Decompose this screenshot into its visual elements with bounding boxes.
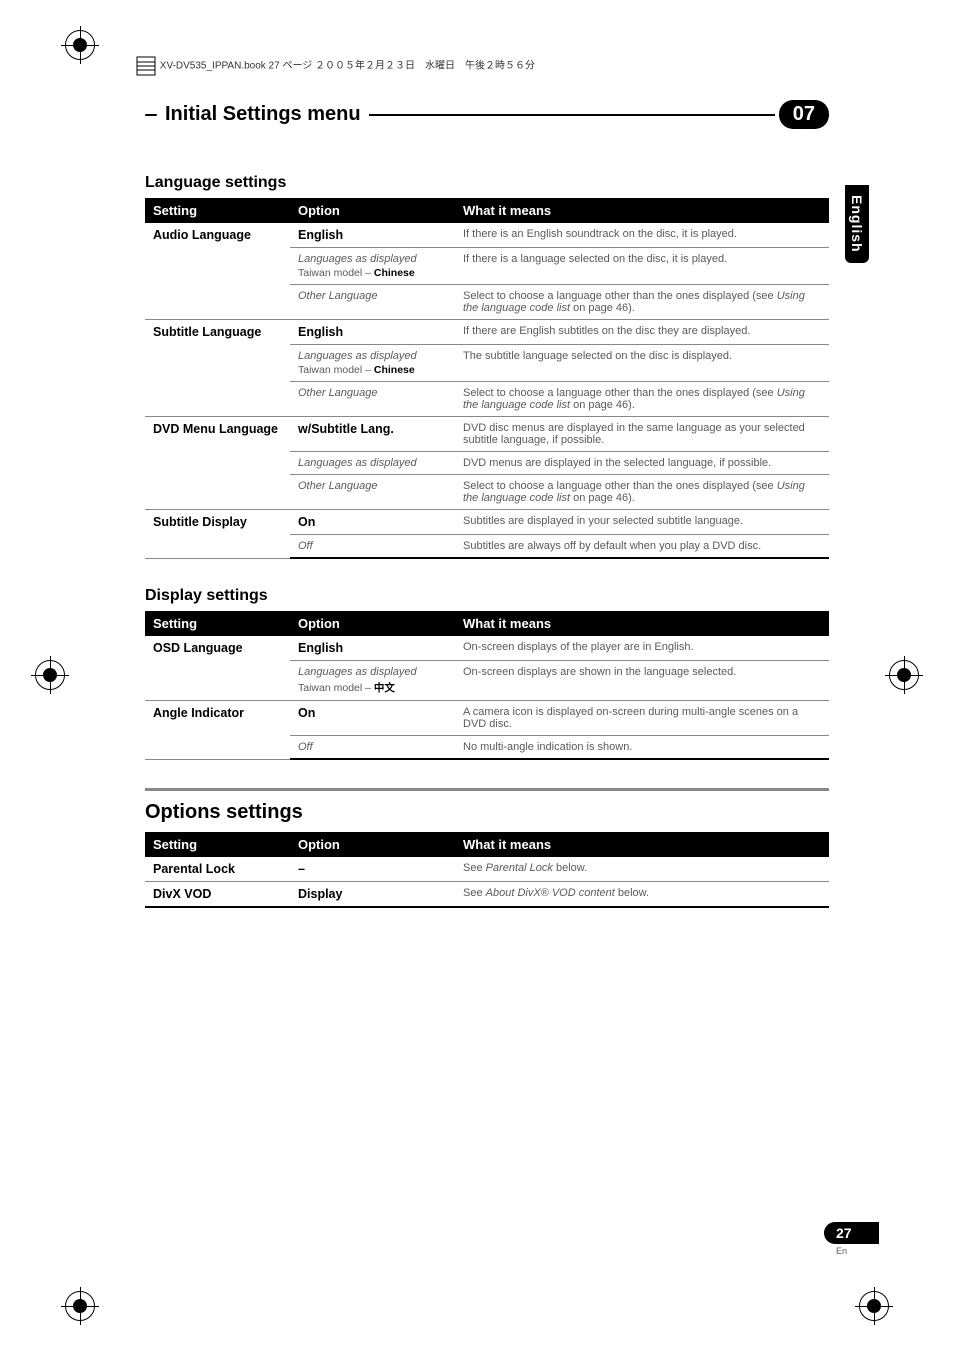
registration-mark (65, 1291, 95, 1321)
col-option: Option (290, 611, 455, 636)
cell-option: English (290, 223, 455, 248)
table-row: Parental Lock–See Parental Lock below. (145, 857, 829, 882)
table-row: Subtitle DisplayOnSubtitles are displaye… (145, 510, 829, 535)
cell-option: English (290, 320, 455, 345)
cell-option: English (290, 636, 455, 661)
table-row: Angle IndicatorOnA camera icon is displa… (145, 701, 829, 736)
cell-meaning: The subtitle language selected on the di… (455, 345, 829, 382)
cell-option: On (290, 701, 455, 736)
cell-setting: Subtitle Language (145, 320, 290, 417)
cell-meaning: No multi-angle indication is shown. (455, 736, 829, 760)
cell-option: Other Language (290, 382, 455, 417)
cell-meaning: On-screen displays of the player are in … (455, 636, 829, 661)
col-meaning: What it means (455, 198, 829, 223)
col-meaning: What it means (455, 611, 829, 636)
table-row: DivX VODDisplaySee About DivX® VOD conte… (145, 882, 829, 908)
col-meaning: What it means (455, 832, 829, 857)
cell-option: Off (290, 736, 455, 760)
cell-option: Other Language (290, 285, 455, 320)
registration-mark (35, 660, 65, 690)
cell-meaning: Subtitles are displayed in your selected… (455, 510, 829, 535)
cell-option: Display (290, 882, 455, 908)
page-number: 27 En (824, 1222, 879, 1256)
cell-option: Languages as displayedTaiwan model – Chi… (290, 345, 455, 382)
cell-meaning: If there are English subtitles on the di… (455, 320, 829, 345)
cell-setting: Subtitle Display (145, 510, 290, 559)
col-setting: Setting (145, 198, 290, 223)
options-settings-table: Setting Option What it means Parental Lo… (145, 832, 829, 908)
cell-option: Languages as displayed (290, 452, 455, 475)
col-setting: Setting (145, 832, 290, 857)
chapter-number: 07 (779, 100, 829, 129)
cell-meaning: If there is an English soundtrack on the… (455, 223, 829, 248)
cell-meaning: DVD disc menus are displayed in the same… (455, 417, 829, 452)
section-title-language: Language settings (145, 174, 829, 192)
file-header-text: XV-DV535_IPPAN.book 27 ページ ２００５年２月２３日 水曜… (160, 61, 535, 72)
cell-setting: DVD Menu Language (145, 417, 290, 510)
header-line (369, 114, 775, 116)
cell-option: w/Subtitle Lang. (290, 417, 455, 452)
chapter-title: Initial Settings menu (165, 103, 361, 126)
table-row: Subtitle LanguageEnglishIf there are Eng… (145, 320, 829, 345)
table-row: Audio LanguageEnglishIf there is an Engl… (145, 223, 829, 248)
col-setting: Setting (145, 611, 290, 636)
cell-setting: Audio Language (145, 223, 290, 320)
header-line (145, 114, 157, 116)
table-row: DVD Menu Languagew/Subtitle Lang.DVD dis… (145, 417, 829, 452)
cell-meaning: If there is a language selected on the d… (455, 248, 829, 285)
section-title-display: Display settings (145, 587, 829, 605)
section-divider (145, 788, 829, 791)
cell-setting: DivX VOD (145, 882, 290, 908)
book-icon (135, 55, 157, 77)
cell-meaning: Select to choose a language other than t… (455, 475, 829, 510)
cell-option: Languages as displayedTaiwan model – Chi… (290, 248, 455, 285)
cell-meaning: Select to choose a language other than t… (455, 382, 829, 417)
cell-meaning: Select to choose a language other than t… (455, 285, 829, 320)
registration-mark (859, 1291, 889, 1321)
cell-meaning: A camera icon is displayed on-screen dur… (455, 701, 829, 736)
col-option: Option (290, 198, 455, 223)
cell-setting: Parental Lock (145, 857, 290, 882)
cell-option: Other Language (290, 475, 455, 510)
cell-meaning: On-screen displays are shown in the lang… (455, 661, 829, 701)
page-number-lang: En (824, 1246, 879, 1256)
cell-option: – (290, 857, 455, 882)
language-settings-table: Setting Option What it means Audio Langu… (145, 198, 829, 559)
cell-setting: OSD Language (145, 636, 290, 701)
page-number-value: 27 (824, 1222, 879, 1244)
file-header: XV-DV535_IPPAN.book 27 ページ ２００５年２月２３日 水曜… (135, 55, 535, 77)
cell-option: On (290, 510, 455, 535)
cell-meaning: See Parental Lock below. (455, 857, 829, 882)
chapter-header: Initial Settings menu 07 (145, 100, 829, 129)
cell-meaning: See About DivX® VOD content below. (455, 882, 829, 908)
cell-meaning: Subtitles are always off by default when… (455, 535, 829, 559)
registration-mark (889, 660, 919, 690)
table-row: OSD LanguageEnglishOn-screen displays of… (145, 636, 829, 661)
cell-option: Off (290, 535, 455, 559)
section-title-options: Options settings (145, 801, 829, 824)
language-tab: English (845, 185, 869, 263)
col-option: Option (290, 832, 455, 857)
cell-setting: Angle Indicator (145, 701, 290, 760)
display-settings-table: Setting Option What it means OSD Languag… (145, 611, 829, 760)
cell-option: Languages as displayedTaiwan model – 中文 (290, 661, 455, 701)
registration-mark (65, 30, 95, 60)
cell-meaning: DVD menus are displayed in the selected … (455, 452, 829, 475)
